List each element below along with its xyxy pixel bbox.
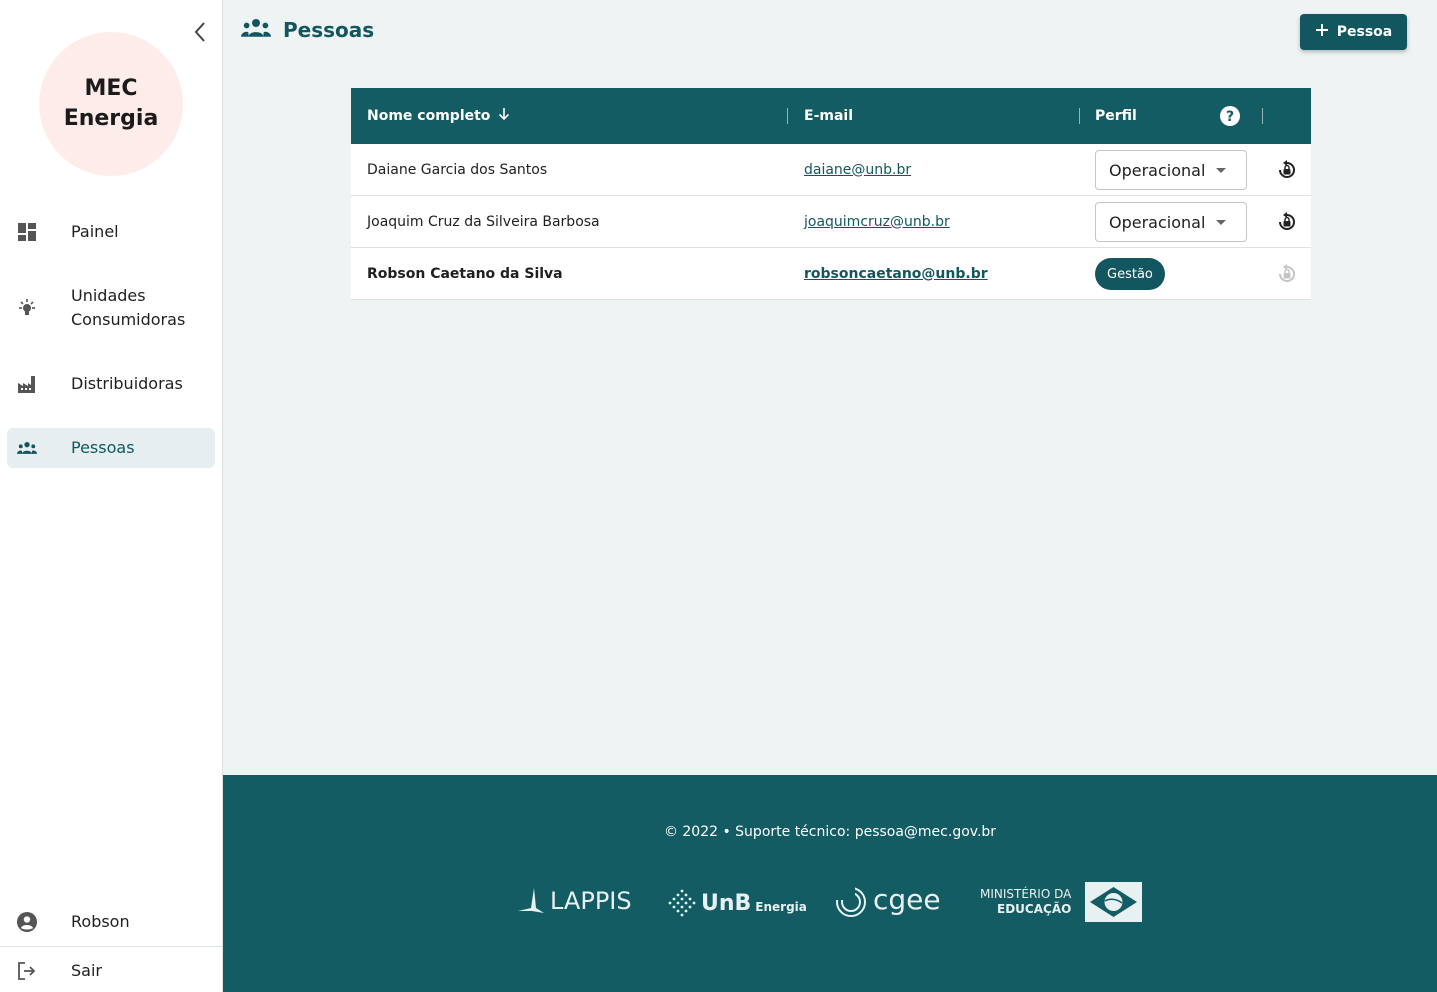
footer-support-text: © 2022 • Suporte técnico: pessoa@mec.gov… (663, 824, 997, 840)
person-email-cell: daiane@unb.br (804, 144, 911, 195)
app-logo-text: MEC Energia (63, 76, 159, 131)
column-header-name-label: Nome completo (367, 108, 491, 124)
sidebar-item-label: Unidades Consumidoras (71, 286, 186, 329)
dashboard-icon (17, 222, 37, 242)
add-person-button[interactable]: Pessoa (1300, 14, 1407, 50)
person-email-cell: robsoncaetano@unb.br (804, 248, 988, 299)
sidebar-item-unidades[interactable]: Unidades Consumidoras (7, 278, 215, 338)
sidebar-item-painel[interactable]: Painel (7, 212, 215, 252)
column-separator (787, 108, 788, 124)
profile-select-value: Operacional (1109, 160, 1206, 180)
logout-icon (17, 961, 37, 981)
sidebar-item-distribuidoras[interactable]: Distribuidoras (7, 364, 215, 404)
people-icon (17, 438, 37, 458)
dropdown-arrow-icon (1216, 220, 1226, 225)
people-icon (239, 18, 273, 42)
person-email-link[interactable]: daiane@unb.br (804, 162, 911, 178)
add-person-label: Pessoa (1336, 24, 1393, 40)
chevron-left-icon (194, 22, 205, 42)
unb-logo: UnB Energia (667, 888, 807, 918)
lightbulb-icon (17, 298, 37, 318)
sidebar-item-pessoas[interactable]: Pessoas (7, 428, 215, 468)
person-name: Robson Caetano da Silva (367, 265, 563, 282)
user-profile-item[interactable]: Robson (7, 902, 215, 942)
lappis-star-icon (518, 888, 544, 913)
mec-logo-line1: MINISTÉRIO DA (980, 887, 1072, 901)
unb-logo-subtext: Energia (755, 900, 807, 914)
cgee-logo: cgee (835, 882, 941, 918)
dropdown-arrow-icon (1216, 168, 1226, 173)
unb-diamond-icon (668, 889, 696, 917)
cgee-circle-icon (835, 886, 866, 917)
sidebar-item-label: Distribuidoras (71, 374, 183, 393)
person-name: Joaquim Cruz da Silveira Barbosa (367, 213, 600, 230)
person-email-cell: joaquimcruz@unb.br (804, 196, 950, 247)
sidebar: MEC Energia Painel Unidades Consumidoras… (0, 0, 223, 992)
arrow-down-icon (498, 107, 510, 125)
page-title: Pessoas (239, 18, 374, 42)
people-table: Nome completo E-mail Perfil ? Daiane Gar… (351, 88, 1311, 300)
help-icon[interactable]: ? (1220, 88, 1240, 144)
brazil-flag-icon (1085, 882, 1143, 922)
plus-icon (1315, 23, 1329, 41)
mec-logo-line2: EDUCAÇÃO (997, 902, 1072, 916)
column-header-email[interactable]: E-mail (804, 88, 853, 144)
footer: © 2022 • Suporte técnico: pessoa@mec.gov… (223, 775, 1437, 992)
profile-select[interactable]: Operacional (1095, 150, 1247, 190)
reset-password-button[interactable] (1275, 210, 1299, 234)
sidebar-item-label: Painel (71, 222, 119, 241)
cgee-logo-text: cgee (873, 882, 941, 916)
svg-text:?: ? (1226, 109, 1234, 125)
profile-badge: Gestão (1095, 258, 1165, 290)
account-circle-icon (17, 912, 37, 932)
table-row: Robson Caetano da Silva robsoncaetano@un… (351, 248, 1311, 300)
profile-select[interactable]: Operacional (1095, 202, 1247, 242)
mec-logo: MINISTÉRIO DA EDUCAÇÃO (980, 882, 1143, 922)
lock-reset-icon (1279, 264, 1295, 282)
person-email-link[interactable]: joaquimcruz@unb.br (804, 214, 950, 230)
lappis-logo: LAPPIS (516, 886, 632, 916)
person-name: Daiane Garcia dos Santos (367, 161, 548, 178)
column-separator (1262, 108, 1263, 124)
lappis-logo-text: LAPPIS (550, 887, 632, 915)
app-logo[interactable]: MEC Energia (39, 32, 183, 176)
logout-label: Sair (71, 961, 102, 980)
page-title-text: Pessoas (283, 18, 375, 42)
partner-logos: LAPPIS UnB Energia cgee MINISTÉRIO DA ED… (223, 882, 1437, 926)
column-header-profile-label: Perfil (1095, 108, 1137, 124)
reset-password-button[interactable] (1275, 158, 1299, 182)
user-name: Robson (71, 912, 130, 931)
mec-logo-text: MINISTÉRIO DA EDUCAÇÃO (980, 887, 1071, 917)
sidebar-divider (0, 946, 223, 947)
reset-password-button-disabled (1275, 262, 1299, 286)
lock-reset-icon (1279, 212, 1295, 230)
lock-reset-icon (1279, 160, 1295, 178)
column-header-email-label: E-mail (804, 108, 854, 124)
unb-logo-text: UnB (701, 890, 752, 916)
table-row: Joaquim Cruz da Silveira Barbosa joaquim… (351, 196, 1311, 248)
table-header: Nome completo E-mail Perfil ? (351, 88, 1311, 144)
sidebar-item-label: Pessoas (71, 438, 135, 457)
profile-select-value: Operacional (1109, 212, 1206, 232)
person-email-link[interactable]: robsoncaetano@unb.br (804, 266, 988, 282)
table-row: Daiane Garcia dos Santos daiane@unb.br O… (351, 144, 1311, 196)
factory-icon (17, 374, 37, 394)
logout-item[interactable]: Sair (7, 951, 215, 991)
column-separator (1079, 108, 1080, 124)
column-header-name[interactable]: Nome completo (367, 88, 510, 144)
collapse-sidebar-button[interactable] (188, 20, 212, 44)
column-header-profile[interactable]: Perfil (1095, 88, 1137, 144)
